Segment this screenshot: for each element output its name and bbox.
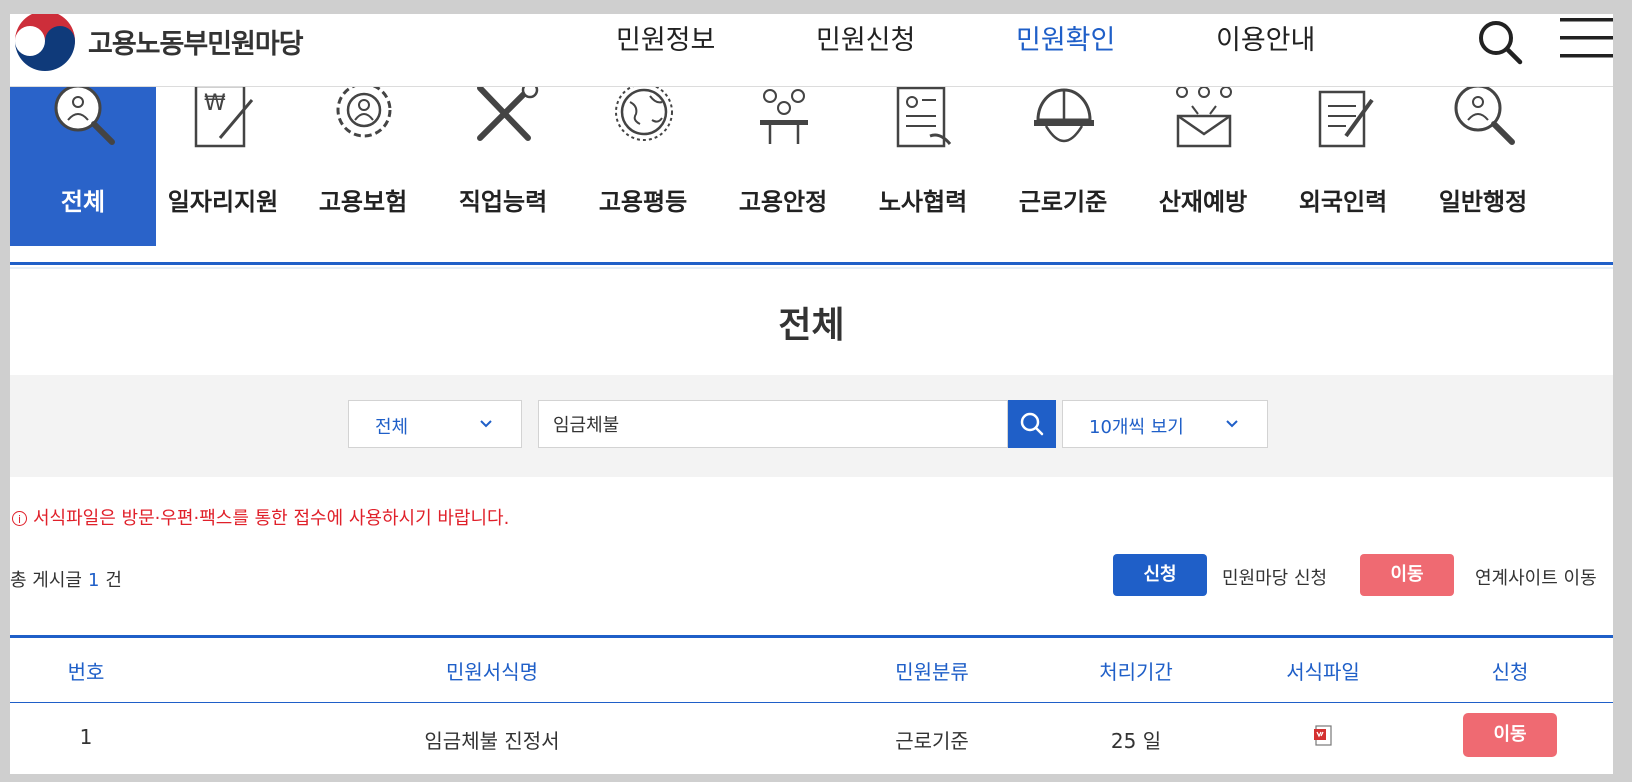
table-row: 1 임금체불 진정서 근로기준 25 일 이동: [10, 703, 1613, 774]
chevron-down-icon: [480, 420, 492, 428]
contract-hand-icon: [896, 86, 952, 148]
category-tab-accident-prevention[interactable]: 산재예방: [1130, 86, 1276, 246]
category-label: 전체: [60, 188, 106, 216]
category-tab-vocational-skills[interactable]: 직업능력: [430, 86, 576, 246]
site-header: 고용노동부민원마당 민원정보 민원신청 민원확인 이용안내: [10, 14, 1613, 87]
gear-person-icon: [336, 86, 392, 138]
forms-table: 번호 민원서식명 민원분류 처리기간 서식파일 신청 1 임금체불 진정서 근로…: [10, 635, 1613, 774]
category-tabs: 전체 ₩ 일자리지원 고용보험 직업능력 고용평등 고용안정 노사협력 근로기준…: [10, 86, 1613, 246]
category-label: 직업능력: [458, 188, 548, 216]
tools-icon: [477, 86, 539, 141]
category-label: 외국인력: [1298, 188, 1388, 216]
nav-item-check[interactable]: 민원확인: [1016, 18, 1115, 57]
helmet-icon: [1034, 88, 1094, 143]
total-number: 1: [87, 570, 100, 591]
category-label: 노사협력: [878, 188, 968, 216]
nav-item-apply[interactable]: 민원신청: [816, 18, 915, 57]
col-header-number: 번호: [67, 660, 105, 684]
hamburger-menu-icon[interactable]: [1560, 16, 1613, 60]
person-magnifier-icon: [1454, 86, 1515, 145]
col-header-apply: 신청: [1491, 660, 1529, 684]
keyword-input[interactable]: [538, 400, 1008, 448]
info-icon: i: [12, 511, 27, 526]
government-logo-icon[interactable]: [12, 14, 78, 74]
category-tab-general-administration[interactable]: 일반행정: [1410, 86, 1556, 246]
row-form-name[interactable]: 임금체불 진정서: [372, 725, 612, 754]
page: 고용노동부민원마당 민원정보 민원신청 민원확인 이용안내 전체 ₩ 일자리지원…: [10, 14, 1613, 774]
document-pen-icon: [1318, 90, 1374, 148]
category-label: 고용보험: [318, 188, 408, 216]
category-select-value: 전체: [375, 417, 409, 438]
legend-apply-badge: 신청: [1113, 554, 1207, 596]
col-header-category: 민원분류: [895, 660, 969, 684]
person-magnifier-icon: [54, 86, 115, 145]
group-envelope-icon: [1176, 86, 1232, 148]
col-header-period: 처리기간: [1099, 660, 1173, 684]
won-document-pen-icon: ₩: [194, 86, 254, 148]
row-category: 근로기준: [895, 729, 969, 753]
table-header-row: 번호 민원서식명 민원분류 처리기간 서식파일 신청: [10, 638, 1613, 703]
search-panel: 전체 10개씩 보기: [10, 375, 1613, 477]
total-prefix: 총 게시글: [10, 570, 82, 591]
meeting-icon: [760, 89, 808, 144]
nav-item-info[interactable]: 민원정보: [616, 18, 715, 57]
category-tab-employment-equality[interactable]: 고용평등: [570, 86, 716, 246]
search-icon: [1020, 412, 1044, 436]
col-header-file: 서식파일: [1286, 660, 1360, 684]
brand-name[interactable]: 고용노동부민원마당: [88, 22, 304, 61]
search-icon[interactable]: [1476, 18, 1524, 66]
category-tab-all[interactable]: 전체: [10, 86, 156, 246]
category-label: 근로기준: [1018, 188, 1108, 216]
row-move-button[interactable]: 이동: [1463, 713, 1557, 757]
nav-item-guide[interactable]: 이용안내: [1216, 18, 1315, 57]
col-header-form-name: 민원서식명: [446, 660, 538, 684]
notice-message: i 서식파일은 방문·우편·팩스를 통한 접수에 사용하시기 바랍니다.: [12, 504, 509, 530]
category-label: 고용평등: [598, 188, 688, 216]
category-tab-employment-stability[interactable]: 고용안정: [710, 86, 856, 246]
legend-apply-text: 민원마당 신청: [1222, 568, 1328, 589]
row-period: 25 일: [1110, 729, 1162, 753]
legend-move-text: 연계사이트 이동: [1475, 568, 1597, 589]
hwp-file-icon[interactable]: [1313, 725, 1333, 747]
category-select[interactable]: 전체: [348, 400, 522, 448]
chevron-down-icon: [1226, 420, 1238, 428]
page-size-value: 10개씩 보기: [1089, 417, 1184, 438]
category-label: 일자리지원: [167, 188, 279, 216]
category-divider-shadow: [10, 267, 1613, 269]
category-divider: [10, 262, 1613, 265]
notice-text: 서식파일은 방문·우편·팩스를 통한 접수에 사용하시기 바랍니다.: [33, 508, 510, 529]
page-size-select[interactable]: 10개씩 보기: [1062, 400, 1268, 448]
row-number: 1: [79, 725, 93, 749]
globe-icon: [615, 86, 673, 141]
search-submit-button[interactable]: [1008, 400, 1056, 448]
total-count: 총 게시글 1 건: [10, 566, 122, 592]
category-tab-job-support[interactable]: ₩ 일자리지원: [150, 86, 296, 246]
category-tab-employment-insurance[interactable]: 고용보험: [290, 86, 436, 246]
category-label: 일반행정: [1438, 188, 1528, 216]
legend-move-badge: 이동: [1360, 554, 1454, 596]
page-title: 전체: [778, 305, 845, 346]
svg-text:₩: ₩: [204, 91, 226, 116]
category-tab-foreign-workforce[interactable]: 외국인력: [1270, 86, 1416, 246]
category-tab-labor-cooperation[interactable]: 노사협력: [850, 86, 996, 246]
category-label: 고용안정: [738, 188, 828, 216]
total-suffix: 건: [105, 570, 122, 591]
category-tab-labor-standards[interactable]: 근로기준: [990, 86, 1136, 246]
category-label: 산재예방: [1158, 188, 1248, 216]
